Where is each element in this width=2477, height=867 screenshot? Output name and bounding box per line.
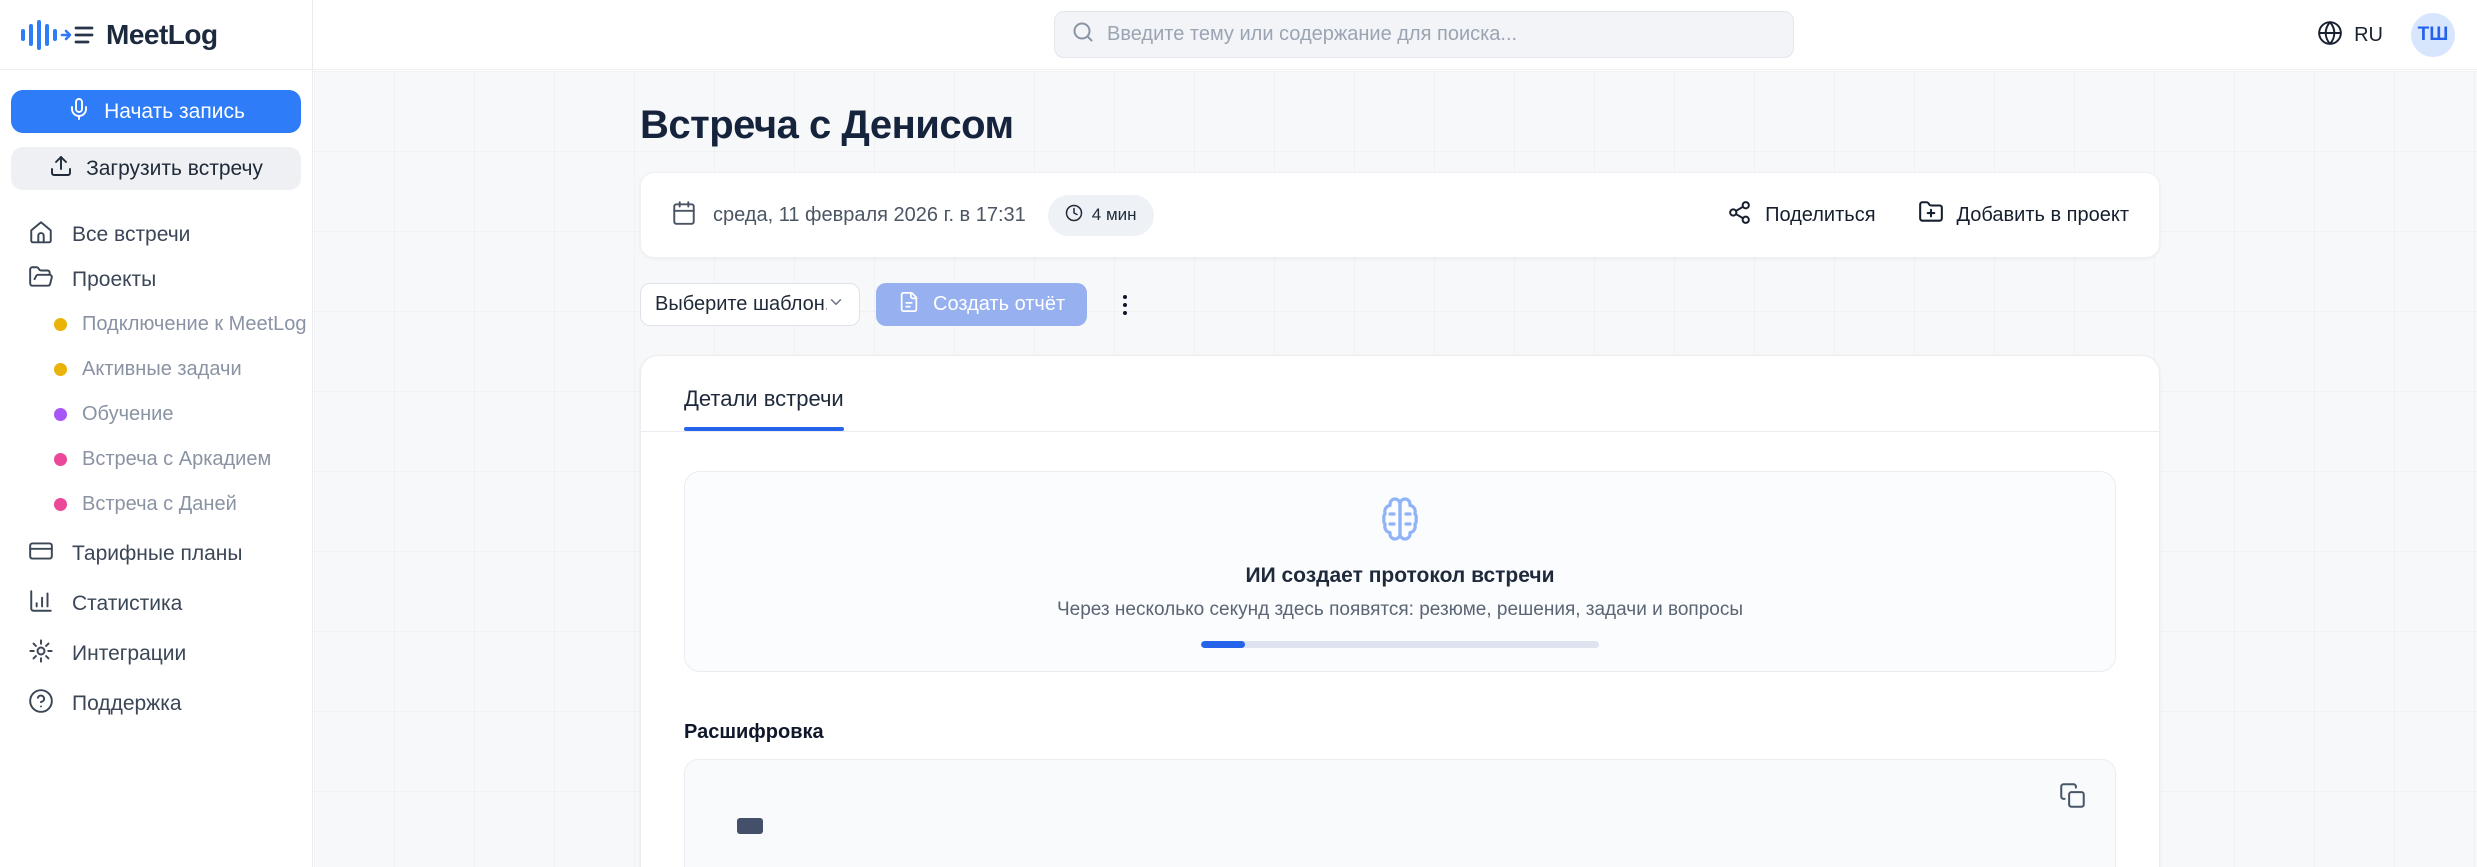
report-toolbar: Выберите шаблон... Создать отчёт [640,283,2160,326]
home-icon [28,219,54,251]
ai-progress-bar [1201,641,1599,648]
chevron-down-icon [827,293,845,316]
duration-badge: 4 мин [1047,194,1154,236]
project-item-label: Встреча с Аркадием [82,448,272,470]
tab-meeting-details[interactable]: Детали встречи [684,386,844,431]
top-bar: RU ТШ [313,0,2477,70]
project-item-label: Обучение [82,403,174,425]
brand-logo[interactable]: MeetLog [0,0,312,70]
active-tab-underline [684,427,844,431]
project-item-meeting-danya[interactable]: Встреча с Даней [0,482,312,527]
sidebar-item-label: Статистика [72,592,183,615]
project-item-active-tasks[interactable]: Активные задачи [0,347,312,392]
sidebar-item-all-meetings[interactable]: Все встречи [0,212,312,257]
credit-card-icon [28,538,54,570]
add-to-project-label: Добавить в проект [1956,203,2129,226]
project-item-label: Активные задачи [82,358,242,380]
sidebar-item-label: Проекты [72,267,157,291]
sidebar-item-label: Все встречи [72,222,191,246]
transcript-box [684,759,2116,867]
meeting-datetime: среда, 11 февраля 2026 г. в 17:31 [713,203,1026,226]
sidebar-item-integrations[interactable]: Интеграции [0,629,312,679]
language-label: RU [2354,23,2383,46]
search-input[interactable] [1107,23,1777,46]
project-color-dot [54,453,67,466]
gear-icon [28,638,54,670]
global-search[interactable] [1054,11,1794,58]
user-avatar[interactable]: ТШ [2411,13,2455,57]
tabs-divider [641,431,2159,432]
clock-icon [1065,204,1083,227]
sidebar-item-projects[interactable]: Проекты [0,257,312,302]
add-to-project-button[interactable]: Добавить в проект [1918,199,2129,231]
project-color-dot [54,498,67,511]
sidebar-item-label: Интеграции [72,642,187,665]
share-icon [1727,200,1752,231]
upload-meeting-button[interactable]: Загрузить встречу [11,147,301,190]
project-item-meetlog-connect[interactable]: Подключение к MeetLog [0,302,312,347]
search-icon [1071,20,1095,49]
share-button[interactable]: Поделиться [1727,200,1876,231]
waveform-logo-icon [20,17,94,53]
upload-icon [49,154,73,184]
project-color-dot [54,408,67,421]
folder-open-icon [28,264,54,296]
project-item-meeting-arkady[interactable]: Встреча с Аркадием [0,437,312,482]
ai-processing-panel: ИИ создает протокол встречи Через нескол… [684,471,2116,672]
sidebar-item-label: Тарифные планы [72,542,243,565]
meetlog-app: MeetLog Начать запись Загрузить встречу … [0,0,2477,867]
sidebar-item-pricing[interactable]: Тарифные планы [0,529,312,579]
project-item-label: Подключение к MeetLog [82,313,307,335]
tab-label: Детали встречи [684,386,844,411]
meeting-meta-card: среда, 11 февраля 2026 г. в 17:31 4 мин [640,172,2160,258]
meeting-title: Встреча с Денисом [640,103,1014,147]
main-area: Встреча с Денисом среда, 11 февраля 2026… [314,71,2477,867]
template-select[interactable]: Выберите шаблон... [640,283,860,326]
folder-plus-icon [1918,199,1944,231]
language-switch[interactable]: RU [2317,20,2383,51]
start-recording-button[interactable]: Начать запись [11,90,301,133]
copy-transcript-button[interactable] [2051,776,2093,818]
template-select-value: Выберите шаблон... [655,293,827,315]
microphone-icon [67,97,91,127]
copy-icon [2059,782,2086,812]
brain-icon [1376,495,1424,548]
project-color-dot [54,318,67,331]
bar-chart-icon [28,588,54,620]
share-label: Поделиться [1765,203,1876,226]
sidebar-nav: Все встречи Проекты Подключение к MeetLo… [0,212,312,729]
sidebar-item-label: Поддержка [72,692,182,715]
sidebar-item-support[interactable]: Поддержка [0,679,312,729]
project-item-label: Встреча с Даней [82,493,237,515]
upload-meeting-label: Загрузить встречу [86,156,263,180]
meeting-detail-card: Детали встречи ИИ создает протокол встре… [640,355,2160,867]
sidebar: MeetLog Начать запись Загрузить встречу … [0,0,313,867]
tabs-row: Детали встречи [641,356,2159,431]
create-report-button[interactable]: Создать отчёт [876,283,1088,326]
globe-icon [2317,20,2343,51]
more-options-button[interactable] [1117,289,1133,321]
help-circle-icon [28,688,54,720]
ai-progress-fill [1201,641,1245,648]
duration-label: 4 мин [1091,205,1137,224]
start-recording-label: Начать запись [104,99,245,123]
create-report-label: Создать отчёт [933,293,1066,315]
brand-name: MeetLog [106,18,218,50]
sidebar-item-statistics[interactable]: Статистика [0,579,312,629]
ai-status-subtitle: Через несколько секунд здесь появятся: р… [1056,599,1744,620]
transcript-section-label: Расшифровка [684,721,824,743]
report-file-icon [898,291,920,319]
project-item-training[interactable]: Обучение [0,392,312,437]
transcript-content-cutoff [737,818,763,834]
project-color-dot [54,363,67,376]
calendar-icon [671,200,697,231]
ai-status-title: ИИ создает протокол встречи [1245,564,1555,587]
sidebar-nav-bottom: Тарифные планы Статистика Интеграции Под… [0,529,312,729]
